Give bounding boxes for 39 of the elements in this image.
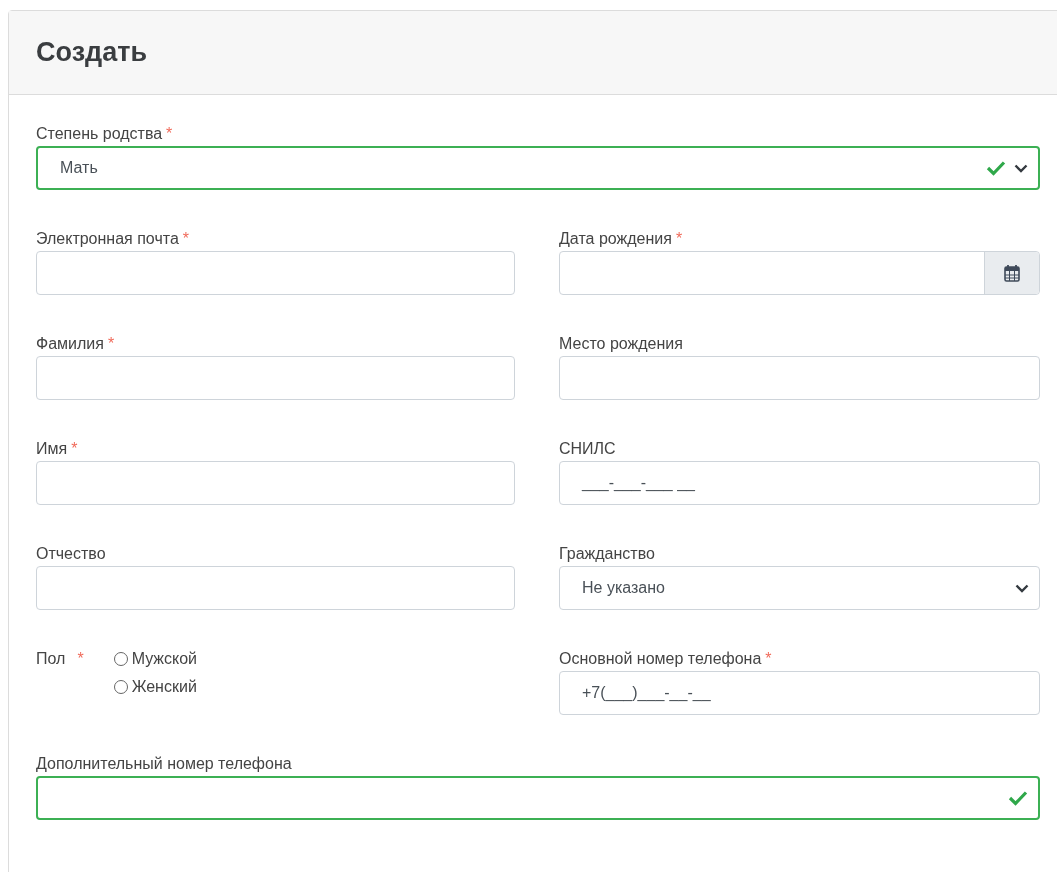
- input-field[interactable]: [36, 251, 515, 295]
- calendar-icon: [1004, 264, 1020, 282]
- field-label: Имя: [36, 440, 68, 458]
- required-asterisk: *: [765, 650, 772, 668]
- check-icon: [986, 160, 1006, 176]
- required-asterisk: *: [675, 230, 683, 248]
- chevron-down-icon: [1015, 583, 1029, 593]
- input-field[interactable]: [36, 566, 515, 610]
- field-label: Отчество: [36, 545, 106, 563]
- radio-option[interactable]: Мужской: [113, 650, 198, 668]
- input-field[interactable]: [36, 356, 515, 400]
- field-label: Фамилия: [36, 335, 104, 353]
- input-field[interactable]: [559, 356, 1040, 400]
- input-field[interactable]: ___-___-___ __: [559, 461, 1040, 505]
- required-asterisk: *: [166, 125, 173, 143]
- field-label: Электронная почта: [36, 230, 179, 248]
- field-label: Гражданство: [559, 545, 655, 563]
- select-field[interactable]: Не указано: [559, 566, 1040, 610]
- required-asterisk: *: [71, 440, 78, 458]
- field-label: Место рождения: [559, 335, 683, 353]
- required-asterisk: *: [182, 230, 189, 248]
- select-field[interactable]: Мать: [36, 146, 1040, 190]
- field-label: СНИЛС: [559, 440, 616, 458]
- check-icon: [1008, 790, 1028, 806]
- radio-option[interactable]: Женский: [113, 678, 198, 696]
- date-field[interactable]: [559, 251, 1040, 295]
- field-label: Дополнительный номер телефона: [36, 755, 292, 773]
- field-label: Дата рождения: [559, 230, 672, 248]
- field-label: Пол: [36, 650, 66, 668]
- field-label: Степень родства: [36, 125, 163, 143]
- required-asterisk: *: [107, 335, 115, 353]
- calendar-button[interactable]: [984, 252, 1039, 294]
- form-title: Создать: [36, 37, 148, 68]
- input-field[interactable]: +7(___)___-__-__: [559, 671, 1040, 715]
- chevron-down-icon: [1014, 163, 1028, 173]
- input-field[interactable]: [36, 461, 515, 505]
- required-asterisk: *: [77, 650, 84, 668]
- field-label: Основной номер телефона: [559, 650, 762, 668]
- input-field[interactable]: [36, 776, 1040, 820]
